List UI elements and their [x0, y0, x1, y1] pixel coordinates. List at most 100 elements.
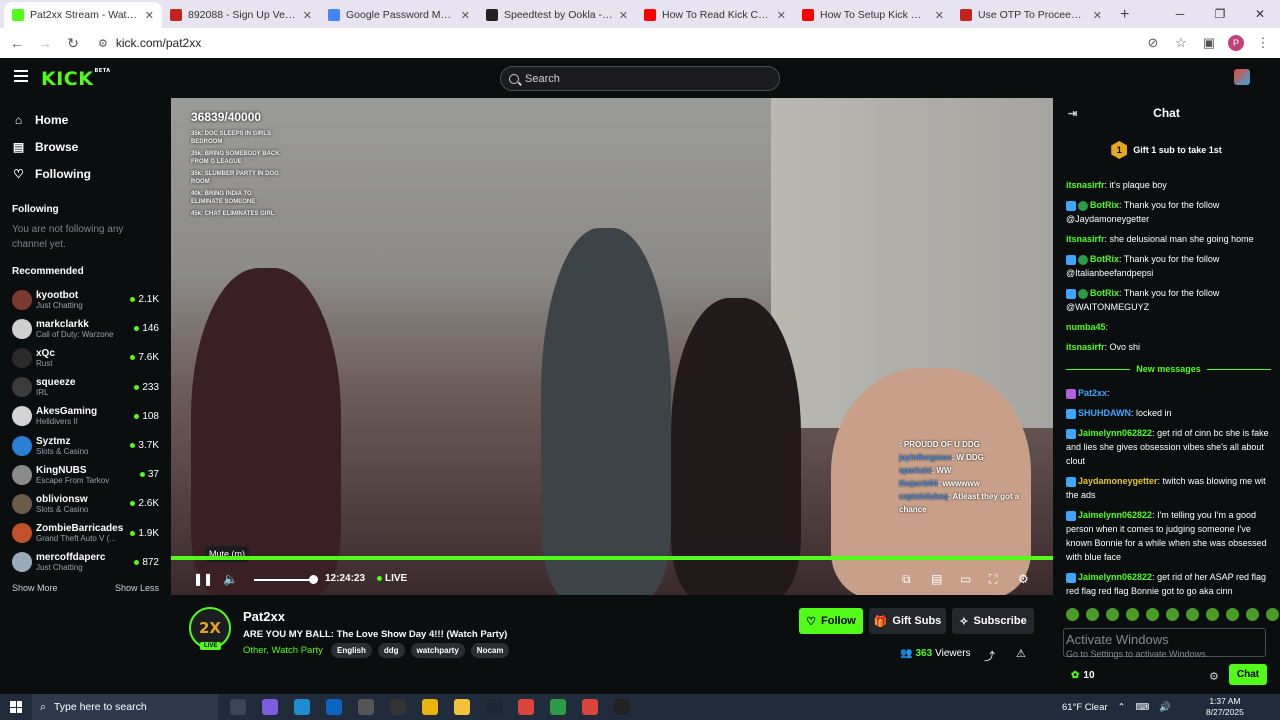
site-info-icon[interactable]: ⚙ [98, 37, 108, 50]
volume-knob[interactable] [309, 575, 319, 584]
recommended-channel[interactable]: markclarkk Call of Duty: Warzone 146 [0, 314, 171, 343]
report-icon[interactable]: ⚠ [1016, 647, 1026, 660]
recommended-channel[interactable]: squeeze IRL 233 [0, 373, 171, 402]
chat-username[interactable]: Pat2xx [1078, 388, 1107, 398]
chat-username[interactable]: numba45 [1066, 322, 1106, 332]
windows-start-icon[interactable] [10, 701, 22, 713]
close-tab-icon[interactable]: ✕ [777, 9, 786, 22]
new-tab-button[interactable]: + [1110, 2, 1139, 28]
restore-icon[interactable]: ❐ [1200, 0, 1240, 28]
outlook-icon[interactable] [326, 699, 342, 715]
emote-icon[interactable] [1246, 608, 1259, 621]
chat-username[interactable]: Jaimelynn062822 [1078, 428, 1152, 438]
hamburger-menu-icon[interactable] [14, 70, 28, 82]
close-tab-icon[interactable]: ✕ [619, 9, 628, 22]
bookmark-star-icon[interactable]: ☆ [1172, 35, 1190, 51]
sidebar-item-following[interactable]: ♡ Following [0, 160, 171, 187]
chat-settings-icon[interactable]: ⚙ [1209, 670, 1219, 683]
back-icon[interactable]: ← [8, 35, 26, 51]
chat-username[interactable]: Jaimelynn062822 [1078, 510, 1152, 520]
show-more-button[interactable]: Show More [12, 583, 58, 593]
volume-slider[interactable] [254, 579, 314, 581]
recommended-channel[interactable]: oblivionsw Slots & Casino 2.6K [0, 489, 171, 518]
chat-username[interactable]: itsnasirfr [1066, 180, 1105, 190]
clip-icon[interactable]: ▤ [931, 572, 942, 586]
browser-tab[interactable]: How To Setup Kick Chat In OBS ✕ [794, 2, 952, 28]
gift-subs-button[interactable]: 🎁 Gift Subs [869, 608, 946, 634]
recommended-channel[interactable]: mercoffdaperc Just Chatting 872 [0, 548, 171, 577]
menu-kebab-icon[interactable]: ⋮ [1254, 35, 1272, 51]
sidebar-item-browse[interactable]: ▤ Browse [0, 133, 171, 160]
close-tab-icon[interactable]: ✕ [303, 9, 312, 22]
browser-tab[interactable]: Speedtest by Ookla - The Globa ✕ [478, 2, 636, 28]
file-explorer-icon[interactable] [454, 699, 470, 715]
theater-mode-icon[interactable]: ▭ [960, 572, 971, 586]
send-chat-button[interactable]: Chat [1229, 664, 1267, 685]
emote-icon[interactable] [1266, 608, 1279, 621]
weather-widget[interactable]: 61°F Clear [1062, 702, 1108, 713]
taskbar-clock[interactable]: 1:37 AM 8/27/2025 [1206, 696, 1244, 718]
stream-tag[interactable]: Nocam [470, 643, 510, 658]
close-tab-icon[interactable]: ✕ [935, 9, 944, 22]
emote-icon[interactable] [1066, 608, 1079, 621]
profile-avatar[interactable]: P [1228, 35, 1244, 51]
collapse-chat-icon[interactable]: ⇥ [1068, 107, 1077, 120]
eye-off-icon[interactable]: ⊘ [1144, 35, 1162, 51]
stream-tag[interactable]: ddg [377, 643, 405, 658]
emote-icon[interactable] [1186, 608, 1199, 621]
taskbar-search[interactable]: ⌕ Type here to search [32, 694, 218, 720]
chrome-alt-icon[interactable] [582, 699, 598, 715]
browser-tab[interactable]: Use OTP To Proceed - pjrealpg ✕ [952, 2, 1110, 28]
emote-icon[interactable] [1166, 608, 1179, 621]
recommended-channel[interactable]: Syztmz Slots & Casino 3.7K [0, 431, 171, 460]
recommended-channel[interactable]: xQc Rust 7.6K [0, 343, 171, 372]
emote-icon[interactable] [1086, 608, 1099, 621]
chat-username[interactable]: itsnasirfr [1066, 234, 1105, 244]
fullscreen-icon[interactable]: ⛶ [989, 572, 997, 587]
url-field[interactable]: ⚙ kick.com/pat2xx [92, 31, 1134, 55]
emote-icon[interactable] [1146, 608, 1159, 621]
emote-icon[interactable] [1126, 608, 1139, 621]
edge-icon[interactable] [294, 699, 310, 715]
video-progress-bar[interactable] [171, 556, 1053, 560]
chat-username[interactable]: itsnasirfr [1066, 342, 1105, 352]
reload-icon[interactable]: ↻ [64, 35, 82, 52]
minimize-icon[interactable]: ─ [1160, 0, 1200, 28]
recommended-channel[interactable]: KingNUBS Escape From Tarkov 37 [0, 460, 171, 489]
recorder-icon[interactable] [614, 699, 630, 715]
volume-icon[interactable]: 🔈 [223, 572, 238, 586]
steam-icon[interactable] [486, 699, 502, 715]
close-tab-icon[interactable]: ✕ [1093, 9, 1102, 22]
browser-tab[interactable]: Google Password Manager ✕ [320, 2, 478, 28]
chat-username[interactable]: Jaimelynn062822 [1078, 572, 1152, 582]
pause-icon[interactable]: ❚❚ [193, 572, 213, 586]
side-panel-icon[interactable]: ▣ [1200, 35, 1218, 51]
recommended-channel[interactable]: kyootbot Just Chatting 2.1K [0, 285, 171, 314]
gift-leaderboard[interactable]: 1 Gift 1 sub to take 1st [1053, 138, 1280, 162]
emote-icon[interactable] [1106, 608, 1119, 621]
browser-tab[interactable]: How To Read Kick Chat In-Game ✕ [636, 2, 794, 28]
copilot-icon[interactable] [262, 699, 278, 715]
subscribe-button[interactable]: ✧ Subscribe [952, 608, 1034, 634]
xbox-icon[interactable] [550, 699, 566, 715]
emote-icon[interactable] [1206, 608, 1219, 621]
emote-icon[interactable] [1226, 608, 1239, 621]
chat-username[interactable]: BotRix [1090, 254, 1119, 264]
stream-tag[interactable]: watchparty [410, 643, 465, 658]
settings-gear-icon[interactable]: ⚙ [1018, 572, 1029, 586]
chat-username[interactable]: BotRix [1090, 288, 1119, 298]
video-player[interactable]: 36839/40000 35k: DOC SLEEPS IN GIRLS BED… [171, 98, 1053, 595]
browser-tab[interactable]: 892088 - Sign Up Verification C ✕ [162, 2, 320, 28]
kick-logo[interactable]: KICKBETA [41, 68, 111, 90]
network-icon[interactable]: ⌨ [1135, 702, 1149, 713]
close-window-icon[interactable]: ✕ [1240, 0, 1280, 28]
sidebar-item-home[interactable]: ⌂ Home [0, 106, 171, 133]
calculator-icon[interactable] [358, 699, 374, 715]
task-view-icon[interactable] [230, 699, 246, 715]
chat-username[interactable]: SHUHDAWN [1078, 408, 1131, 418]
follow-button[interactable]: ♡ Follow [799, 608, 863, 634]
browser-tab[interactable]: Pat2xx Stream - Watch Live ✕ [4, 2, 162, 28]
forward-icon[interactable]: → [36, 35, 54, 51]
close-tab-icon[interactable]: ✕ [145, 9, 154, 22]
chrome-icon[interactable] [422, 699, 438, 715]
